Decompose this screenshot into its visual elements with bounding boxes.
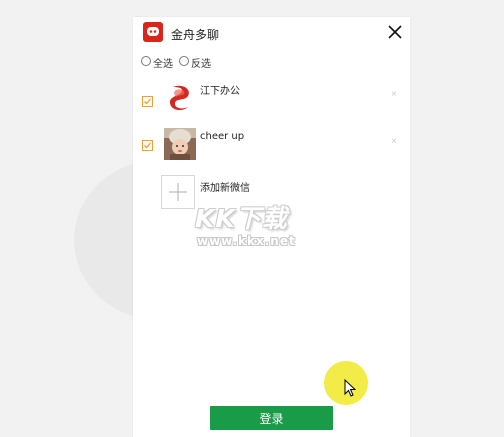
add-account-button[interactable] [161, 175, 195, 209]
checkmark-icon [144, 142, 151, 149]
plus-icon [169, 183, 187, 201]
jiangxia-logo-icon [164, 81, 196, 113]
login-panel: 金舟多聊 全选 反选 江下办公 × cheer up × 添加新微信 KK下载 … [133, 17, 410, 437]
avatar [164, 128, 196, 160]
avatar [164, 81, 196, 113]
select-all-label: 全选 [153, 59, 173, 70]
login-button[interactable]: 登录 [210, 406, 333, 430]
account-name: cheer up [200, 131, 245, 142]
chat-bubble-icon [143, 22, 163, 42]
close-icon [388, 25, 402, 39]
watermark: KK下载 www.kkx.net [195, 199, 315, 261]
baby-photo-icon [164, 128, 196, 160]
remove-account-icon[interactable]: × [391, 136, 397, 147]
mouse-pointer-icon [344, 379, 356, 397]
app-title: 金舟多聊 [171, 28, 220, 42]
radio-icon [141, 56, 151, 66]
close-button[interactable] [386, 23, 404, 41]
add-account-label: 添加新微信 [200, 183, 250, 194]
invert-selection-label: 反选 [191, 59, 211, 70]
watermark-title: KK下载 [195, 204, 288, 233]
remove-account-icon[interactable]: × [391, 89, 397, 100]
radio-icon [179, 56, 189, 66]
account-checkbox[interactable] [142, 140, 153, 151]
account-checkbox[interactable] [142, 96, 153, 107]
checkmark-icon [144, 98, 151, 105]
account-name: 江下办公 [200, 86, 240, 97]
watermark-url: www.kkx.net [197, 234, 296, 248]
title-bar: 金舟多聊 [133, 17, 410, 53]
